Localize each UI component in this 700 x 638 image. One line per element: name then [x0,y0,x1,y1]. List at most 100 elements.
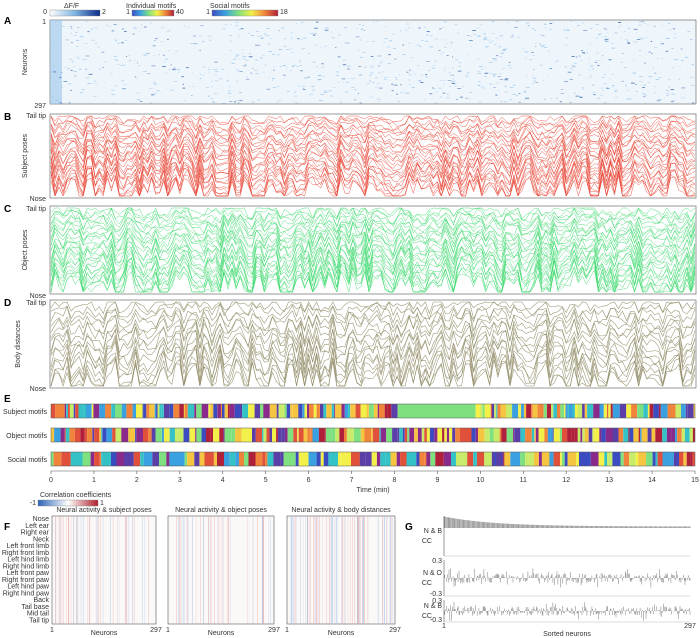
heatmap-cell [639,76,643,78]
cc-row-unit: CC [422,538,432,545]
heatmap-cell [657,99,662,101]
heatmap-cell [153,83,157,85]
heatmap-cell [405,92,410,94]
motif-segment [599,428,602,442]
motif-segment [534,452,539,466]
motif-segment [366,404,369,418]
heatmap-cell [475,27,480,29]
motif-segment [416,452,420,466]
motif-segment [335,404,342,418]
heatmap-cell [188,27,190,28]
heatmap-cell [468,40,473,41]
heatmap-cell [173,67,176,69]
heatmap-cell [208,67,210,68]
heatmap-cell [175,50,178,52]
heatmap-cell [77,57,80,59]
heatmap-cell [229,40,233,42]
heatmap-cell [567,29,570,31]
heatmap-cell [221,103,226,104]
heatmap-cell [502,68,505,70]
heatmap-cell [59,76,62,78]
heatmap-cell [59,102,63,104]
heatmap-cell [425,40,429,42]
motif-segment [335,428,337,442]
motif-segment [534,428,536,442]
heatmap-cell [85,77,90,79]
heatmap-cell [294,95,298,97]
heatmap-cell [73,71,77,72]
motif-segment [687,404,694,418]
motif-segment [396,452,401,466]
corr-heatmap-frame [167,515,275,625]
motif-segment [442,428,445,442]
heatmap-cell [484,88,486,89]
motif-segment [235,452,239,466]
heatmap-cell [559,101,562,103]
heatmap-cell [394,84,398,86]
motif-segment [269,404,277,418]
heatmap-cell [408,27,410,29]
heatmap-cell [71,42,73,43]
motif-segment [220,404,222,418]
motif-segment [567,404,569,418]
heatmap-cell [257,35,260,37]
colorbar-social-max: 18 [280,9,288,16]
motif-segment [360,428,365,442]
heatmap-cell [387,63,389,65]
motif-segment [359,452,366,466]
heatmap-cell [571,56,575,57]
motif-segment [290,404,293,418]
motif-segment [324,428,326,442]
motif-segment [128,428,136,442]
heatmap-cell [518,93,521,94]
heatmap-cell [620,24,622,26]
heatmap-cell [68,93,70,95]
heatmap-cell [494,59,497,61]
heatmap-cell [316,66,318,68]
heatmap-cell [511,34,514,36]
heatmap-cell [263,33,266,35]
heatmap-cell [113,38,116,40]
heatmap-cell [167,50,170,52]
heatmap-cell [381,61,383,62]
motif-segment [121,404,127,418]
motif-segment [155,428,162,442]
motif-segment [638,452,647,466]
heatmap-cell [609,78,611,80]
heatmap-cell [358,66,362,67]
motif-segment [612,428,619,442]
heatmap-cell [595,52,600,54]
heatmap-cell [443,80,446,82]
motif-segment [154,404,157,418]
cc-ytick-bottom: -0.3 [430,617,442,624]
heatmap-cell [689,39,693,40]
motif-segment [489,428,494,442]
heatmap-cell [627,89,630,91]
motif-segment [465,428,472,442]
heatmap-cell [606,32,609,34]
heatmap-cell [54,81,59,83]
motif-segment [284,428,288,442]
motif-segment [675,428,678,442]
heatmap-cell [324,29,329,31]
heatmap-cell [442,27,444,28]
heatmap-cell [240,28,244,29]
heatmap-cell [91,39,96,41]
heatmap-cell [421,74,423,76]
motif-segment [677,428,682,442]
heatmap-cell [291,66,295,67]
heatmap-cell [614,32,618,34]
heatmap-cell [123,64,126,66]
heatmap-cell [290,51,295,53]
heatmap-cell [143,54,148,56]
heatmap-cell [301,22,304,23]
motif-segment [318,428,325,442]
heatmap-cell [635,41,638,43]
heatmap-cell [624,39,629,41]
g-xlabel: Sorted neurons [543,631,591,638]
motif-barcodes [50,403,696,467]
motif-segment [392,428,398,442]
motif-segment [143,452,153,466]
heatmap-cell [532,54,535,56]
heatmap-cell [387,46,391,48]
